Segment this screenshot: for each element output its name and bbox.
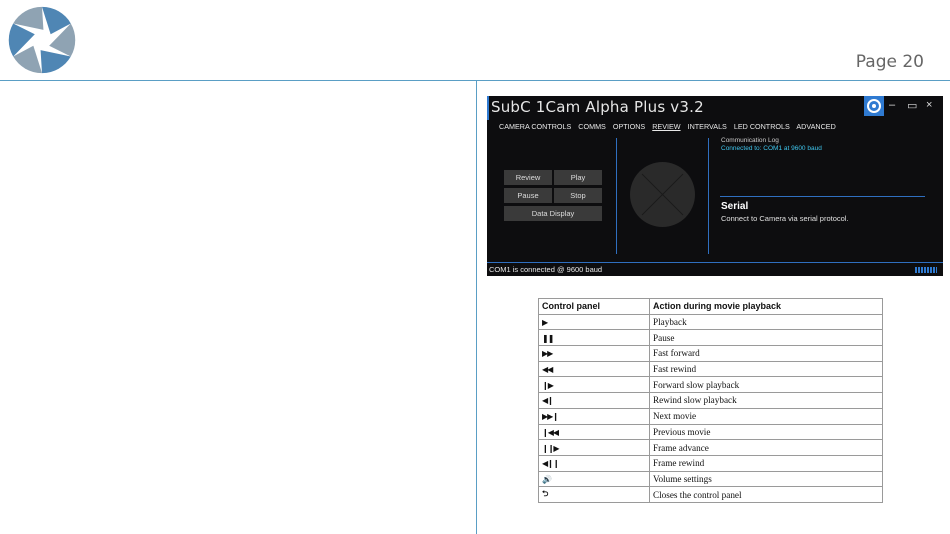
- column-divider: [476, 81, 477, 534]
- status-rule: [487, 262, 943, 263]
- action-cell: Playback: [649, 313, 883, 331]
- menu-led-controls[interactable]: LED CONTROLS: [734, 122, 790, 131]
- play-icon: ▶: [542, 318, 548, 328]
- title-accent: [487, 96, 489, 120]
- table-row: ◀❙ Rewind slow playback: [538, 392, 883, 409]
- dpad-lines-icon: [641, 173, 684, 216]
- table-row: ❙▶ Forward slow playback: [538, 376, 883, 394]
- table-row: 🔊 Volume settings: [538, 470, 883, 488]
- pause-icon: ❚❚: [542, 333, 554, 343]
- action-cell: Volume settings: [649, 470, 883, 488]
- header-control-panel: Control panel: [538, 298, 650, 315]
- panel-divider-right: [708, 138, 709, 254]
- forward-slow-icon: ❙▶: [542, 380, 554, 390]
- rewind-slow-icon: ◀❙: [542, 396, 554, 406]
- aperture-logo-icon: [8, 6, 76, 74]
- direction-pad[interactable]: [630, 162, 695, 227]
- maximize-button[interactable]: ▭: [907, 99, 917, 112]
- menu-options[interactable]: OPTIONS: [613, 122, 645, 131]
- app-title: SubC 1Cam Alpha Plus v3.2: [491, 98, 704, 116]
- previous-movie-icon: ❙◀◀: [542, 427, 559, 437]
- menu-comms[interactable]: COMMS: [578, 122, 606, 131]
- header-rule: [0, 80, 950, 81]
- frame-advance-icon: ❙❙▶: [542, 443, 560, 453]
- volume-icon: 🔊: [542, 474, 552, 484]
- page-number: Page 20: [855, 52, 924, 72]
- table-header-row: Control panel Action during movie playba…: [538, 298, 883, 315]
- table-row: ❙❙▶ Frame advance: [538, 439, 883, 456]
- action-cell: Next movie: [649, 407, 883, 425]
- serial-title: Serial: [721, 201, 749, 212]
- close-button[interactable]: ×: [926, 99, 932, 111]
- menu-review[interactable]: REVIEW: [652, 122, 680, 131]
- pause-button[interactable]: Pause: [504, 188, 552, 203]
- table-row: ▶▶❙ Next movie: [538, 407, 883, 425]
- aperture-icon: [867, 99, 881, 113]
- table-row: ◀◀ Fast rewind: [538, 360, 883, 378]
- action-cell: Rewind slow playback: [649, 392, 883, 409]
- table-row: ▶▶ Fast forward: [538, 345, 883, 362]
- action-cell: Closes the control panel: [649, 486, 883, 503]
- menu-camera-controls[interactable]: CAMERA CONTROLS: [499, 122, 571, 131]
- action-cell: Previous movie: [649, 423, 883, 441]
- subc-logo-button[interactable]: [864, 96, 884, 116]
- action-cell: Fast rewind: [649, 360, 883, 378]
- action-cell: Frame advance: [649, 439, 883, 456]
- action-cell: Frame rewind: [649, 454, 883, 472]
- review-button[interactable]: Review: [504, 170, 552, 185]
- status-text: COM1 is connected @ 9600 baud: [489, 265, 603, 274]
- table-row: ⮌ Closes the control panel: [538, 486, 883, 503]
- log-title: Communication Log: [721, 137, 779, 144]
- menu-advanced[interactable]: ADVANCED: [796, 122, 835, 131]
- table-row: ❚❚ Pause: [538, 329, 883, 347]
- action-cell: Pause: [649, 329, 883, 347]
- stop-button[interactable]: Stop: [554, 188, 602, 203]
- table-row: ▶ Playback: [538, 313, 883, 331]
- signal-bars-icon: [915, 267, 937, 273]
- control-panel-table: Control panel Action during movie playba…: [538, 298, 883, 503]
- play-button[interactable]: Play: [554, 170, 602, 185]
- menu-intervals[interactable]: INTERVALS: [688, 122, 727, 131]
- serial-rule: [720, 196, 925, 197]
- header-action: Action during movie playback: [649, 298, 883, 315]
- serial-description: Connect to Camera via serial protocol.: [721, 214, 849, 223]
- fast-rewind-icon: ◀◀: [542, 365, 553, 375]
- table-row: ◀❙❙ Frame rewind: [538, 454, 883, 472]
- action-cell: Forward slow playback: [649, 376, 883, 394]
- minimize-button[interactable]: –: [889, 99, 895, 111]
- log-line: Connected to: COM1 at 9600 baud: [721, 145, 822, 152]
- table-row: ❙◀◀ Previous movie: [538, 423, 883, 441]
- fast-forward-icon: ▶▶: [542, 349, 553, 359]
- next-movie-icon: ▶▶❙: [542, 412, 559, 422]
- panel-divider-left: [616, 138, 617, 254]
- app-window: SubC 1Cam Alpha Plus v3.2 – ▭ × CAMERA C…: [487, 96, 943, 276]
- data-display-button[interactable]: Data Display: [504, 206, 602, 221]
- return-icon: ⮌: [542, 488, 549, 498]
- action-cell: Fast forward: [649, 345, 883, 362]
- frame-rewind-icon: ◀❙❙: [542, 459, 560, 469]
- menu-bar: CAMERA CONTROLS COMMS OPTIONS REVIEW INT…: [499, 122, 841, 131]
